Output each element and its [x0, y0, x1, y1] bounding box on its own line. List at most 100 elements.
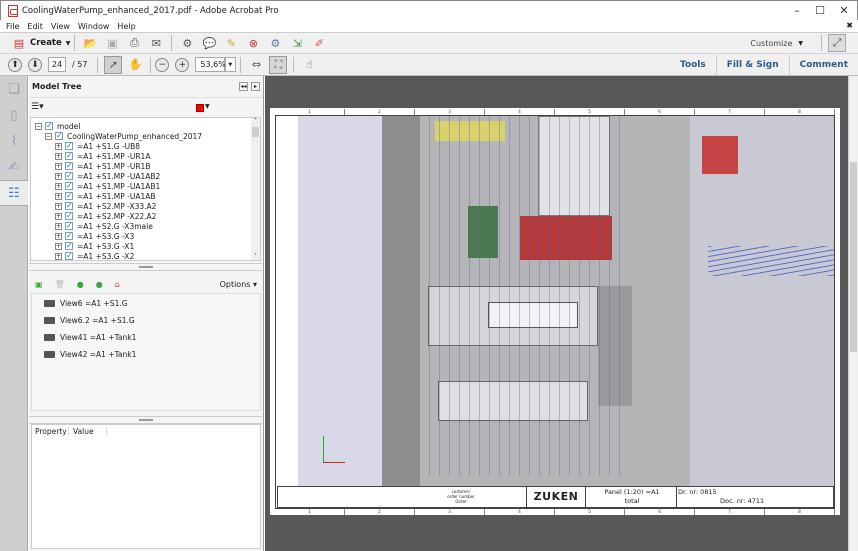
- panel-menu-icon[interactable]: ▸: [251, 82, 260, 91]
- expand-icon[interactable]: +: [55, 212, 62, 220]
- zoom-out-button[interactable]: −: [155, 57, 170, 72]
- tree-options-icon[interactable]: ☰▾: [31, 102, 44, 112]
- expand-icon[interactable]: +: [55, 162, 62, 170]
- 3d-model-view[interactable]: [298, 116, 834, 486]
- zoom-in-button[interactable]: +: [175, 57, 190, 72]
- expand-icon[interactable]: +: [55, 252, 62, 260]
- open-folder-icon[interactable]: 📂: [81, 34, 99, 52]
- signatures-icon[interactable]: ✍: [0, 154, 28, 180]
- menu-view[interactable]: View: [51, 22, 70, 31]
- tree-node[interactable]: + ✓ =A1 +S1.MP -UR1B: [35, 161, 260, 171]
- customize-button[interactable]: Customize: [750, 39, 792, 48]
- checkbox[interactable]: ✓: [65, 252, 73, 260]
- maximize-button[interactable]: ☐: [810, 4, 830, 17]
- next-view-icon[interactable]: ●: [96, 280, 103, 289]
- checkbox[interactable]: ✓: [65, 222, 73, 230]
- expand-icon[interactable]: ⤢: [828, 34, 846, 52]
- property-column-header[interactable]: Property: [32, 426, 69, 436]
- checkbox[interactable]: ✓: [65, 172, 73, 180]
- splitter[interactable]: [29, 416, 262, 424]
- close-button[interactable]: ✕: [834, 4, 854, 17]
- fit-width-icon[interactable]: ⇔: [247, 56, 265, 74]
- tree-node[interactable]: + ✓ =A1 +S1.G -UB8: [35, 141, 260, 151]
- expand-icon[interactable]: +: [55, 222, 62, 230]
- expand-icon[interactable]: +: [55, 232, 62, 240]
- zoom-dropdown-icon[interactable]: ▼: [225, 57, 237, 72]
- tree-scrollbar[interactable]: ˄ ˅: [251, 118, 260, 260]
- previous-view-icon[interactable]: ●: [77, 280, 84, 289]
- print-icon[interactable]: ⎙: [125, 34, 143, 52]
- tools-link[interactable]: Tools: [670, 55, 716, 75]
- options-button[interactable]: Options ▾: [220, 280, 257, 289]
- previous-page-button[interactable]: ⬆: [8, 57, 22, 72]
- checkbox[interactable]: ✓: [65, 192, 73, 200]
- expand-icon[interactable]: +: [55, 202, 62, 210]
- create-button[interactable]: ▤ Create ▼: [8, 34, 71, 52]
- highlight-icon[interactable]: ✎: [222, 34, 240, 52]
- menu-file[interactable]: File: [6, 22, 19, 31]
- expand-icon[interactable]: +: [55, 142, 62, 150]
- close-document-button[interactable]: ✖: [846, 21, 853, 30]
- chevron-down-icon[interactable]: ▼: [205, 103, 210, 110]
- expand-icon[interactable]: +: [55, 172, 62, 180]
- expand-icon[interactable]: +: [55, 192, 62, 200]
- tree-node[interactable]: + ✓ =A1 +S1.MP -UA1AB: [35, 191, 260, 201]
- view-item[interactable]: View42 =A1 +Tank1: [32, 346, 260, 363]
- tree-node[interactable]: + ✓ =A1 +S1.MP -UA1AB2: [35, 171, 260, 181]
- select-tool-icon[interactable]: ➚: [104, 55, 123, 74]
- tree-node[interactable]: + ✓ =A1 +S1.MP -UA1AB1: [35, 181, 260, 191]
- bookmarks-icon[interactable]: ▯: [0, 102, 28, 128]
- tree-node-model[interactable]: − ✓ CoolingWaterPump_enhanced_2017: [35, 131, 260, 141]
- tree-node[interactable]: + ✓ =A1 +S1.MP -UR1A: [35, 151, 260, 161]
- tree-node[interactable]: + ✓ =A1 +S2.MP -X33.A2: [35, 201, 260, 211]
- tree-node[interactable]: + ✓ =A1 +S3.G -X3: [35, 231, 260, 241]
- tree-node[interactable]: + ✓ =A1 +S3.G -X2: [35, 251, 260, 261]
- comment-link[interactable]: Comment: [788, 54, 858, 75]
- gear-icon[interactable]: ⚙: [178, 34, 196, 52]
- view-item[interactable]: View6.2 =A1 +S1.G: [32, 312, 260, 329]
- model-tree-icon[interactable]: ☷: [0, 180, 28, 206]
- comment-icon[interactable]: 💬: [200, 34, 218, 52]
- fill-sign-link[interactable]: Fill & Sign: [715, 54, 789, 75]
- page-thumbnails-icon[interactable]: ❏: [0, 76, 28, 102]
- document-scrollbar[interactable]: [848, 76, 858, 551]
- minimize-button[interactable]: –: [787, 4, 807, 17]
- hand-tool-icon[interactable]: ✋: [126, 56, 144, 74]
- expand-icon[interactable]: +: [55, 152, 62, 160]
- checkbox[interactable]: ✓: [65, 142, 73, 150]
- tree-node[interactable]: + ✓ =A1 +S2.G -X3male: [35, 221, 260, 231]
- splitter[interactable]: [29, 263, 262, 271]
- checkbox[interactable]: ✓: [65, 242, 73, 250]
- page-number-input[interactable]: 24: [48, 57, 66, 72]
- checkbox[interactable]: ✓: [65, 182, 73, 190]
- trash-icon[interactable]: 🗑: [55, 280, 65, 289]
- menu-edit[interactable]: Edit: [27, 22, 43, 31]
- next-page-button[interactable]: ⬇: [28, 57, 42, 72]
- menu-help[interactable]: Help: [117, 22, 135, 31]
- delete-pages-icon[interactable]: ⊗: [244, 34, 262, 52]
- view-item[interactable]: View6 =A1 +S1.G: [32, 295, 260, 312]
- checkbox[interactable]: ✓: [65, 212, 73, 220]
- tree-node[interactable]: + ✓ =A1 +S2.MP -X22.A2: [35, 211, 260, 221]
- checkbox[interactable]: ✓: [65, 152, 73, 160]
- view-item[interactable]: View41 =A1 +Tank1: [32, 329, 260, 346]
- home-icon[interactable]: ⌂: [115, 280, 120, 289]
- save-icon[interactable]: ▣: [103, 34, 121, 52]
- add-view-icon[interactable]: ▣: [35, 280, 43, 289]
- checkbox[interactable]: ✓: [65, 202, 73, 210]
- menu-window[interactable]: Window: [78, 22, 110, 31]
- export-icon[interactable]: ⇲: [288, 34, 306, 52]
- edit-form-icon[interactable]: ✐: [310, 34, 328, 52]
- read-mode-icon[interactable]: ☝: [300, 56, 318, 74]
- fit-page-icon[interactable]: ⛶: [269, 55, 288, 74]
- checkbox[interactable]: ✓: [65, 232, 73, 240]
- zoom-level-input[interactable]: 53,6%: [195, 57, 226, 72]
- checkbox[interactable]: ✓: [65, 162, 73, 170]
- page-settings-icon[interactable]: ⚙: [266, 34, 284, 52]
- attachments-icon[interactable]: ⌇: [0, 128, 28, 154]
- tree-node-root[interactable]: − ✓ model: [35, 121, 260, 131]
- value-column-header[interactable]: Value: [69, 426, 107, 436]
- email-icon[interactable]: ✉: [147, 34, 165, 52]
- tree-node[interactable]: + ✓ =A1 +S3.G -X1: [35, 241, 260, 251]
- expand-icon[interactable]: +: [55, 182, 62, 190]
